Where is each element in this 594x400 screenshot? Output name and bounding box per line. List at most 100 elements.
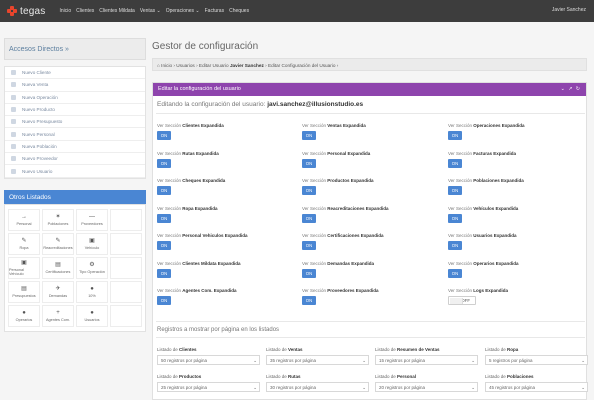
chevron-down-icon: ⌄ (581, 385, 585, 390)
section-setting: Ver Sección Clientes Expandida ON (157, 123, 297, 140)
setting-label-prefix: Ver Sección (302, 233, 328, 238)
section-toggle[interactable]: ON (448, 158, 462, 168)
section-toggle[interactable]: ON (302, 158, 316, 168)
records-setting: Listado de Productos 25 registros por pág… (157, 374, 260, 392)
sidebar-shortcut-item[interactable]: Nuevo Producto (5, 104, 145, 117)
otros-listados-item[interactable]: ● 10% (76, 280, 108, 303)
section-toggle[interactable]: ON (448, 241, 462, 250)
divider (156, 113, 585, 114)
breadcrumb-user[interactable]: Javier Sanchez (230, 63, 264, 68)
setting-label-prefix: Ver Sección (302, 288, 328, 293)
section-setting: Ver Sección Personal Expandida ON (302, 151, 442, 168)
section-toggle[interactable]: ON (302, 131, 316, 140)
otros-listados-item[interactable]: ▤ Presupuestos (8, 280, 40, 303)
listado-icon: ● (90, 285, 94, 292)
section-toggle[interactable]: ON (302, 296, 316, 305)
otros-listados-item[interactable]: ✎ Ropa (8, 232, 40, 255)
user-menu[interactable]: Javier Sanchez (552, 7, 586, 13)
section-toggle[interactable]: ON (157, 296, 171, 305)
setting-label-name: Facturas Expandida (473, 150, 517, 156)
section-toggle[interactable]: ON (448, 268, 462, 278)
section-toggle[interactable]: ON (157, 186, 171, 195)
setting-label: Ver Sección Personal Vehiculos Expandida (157, 233, 297, 238)
records-label-prefix: Listado de (485, 347, 508, 352)
divider (156, 337, 585, 338)
setting-label: Ver Sección Facturas Expandida (448, 151, 588, 156)
otros-listados-item[interactable]: — Proveedores (76, 208, 108, 231)
setting-label-prefix: Ver Sección (157, 205, 183, 211)
sidebar-shortcut-item[interactable]: Nueva Operación (5, 92, 145, 104)
section-toggle[interactable]: ON (157, 213, 171, 223)
records-per-page-select[interactable]: 50 registros por página ⌄ (157, 355, 260, 365)
otros-listados-label: Poblaciones (47, 221, 69, 226)
listado-icon: → (21, 213, 27, 220)
otros-listados-item[interactable]: ✶ Poblaciones (42, 208, 74, 231)
records-per-page-select[interactable]: 5 registros por página ⌄ (485, 355, 588, 365)
sidebar-shortcut-item[interactable]: Nuevo Personal (5, 128, 145, 141)
setting-label-name: Operaciones Expandida (473, 123, 525, 128)
otros-listados-item[interactable]: ✎ Reacreditaciones (42, 232, 74, 255)
brand[interactable]: tegas (7, 6, 45, 17)
sidebar-shortcut-item[interactable]: Nuevo Presupuesto (5, 116, 145, 129)
section-toggle[interactable]: ON (157, 131, 171, 140)
top-navbar: tegas Inicio Clientes Clientes Mildata Vent… (0, 0, 594, 22)
section-toggle[interactable]: ON (448, 213, 462, 223)
records-per-page-select[interactable]: 45 registros por página ⌄ (485, 382, 588, 392)
setting-label: Ver Sección Poblaciones Expandida (448, 178, 588, 183)
otros-listados-item[interactable]: ● Usuarios (76, 304, 108, 327)
setting-label-name: Certificaciones Expandida (327, 233, 384, 238)
otros-listados-item[interactable]: ▣ Personal Vehículo (8, 256, 40, 279)
otros-listados-item[interactable]: ✈ Demandas (42, 280, 74, 303)
otros-listados-item[interactable]: ● Operarios (8, 304, 40, 327)
section-toggle[interactable]: ON (302, 241, 316, 250)
nav-item[interactable]: Inicio (59, 8, 71, 14)
nav-item[interactable]: Clientes Mildata (99, 8, 135, 14)
chevron-down-icon: ⌄ (253, 385, 257, 390)
nav-item[interactable]: Facturas (205, 8, 224, 14)
otros-listados-item (110, 232, 142, 255)
section-toggle[interactable]: OFF (448, 296, 476, 305)
section-toggle[interactable]: ON (302, 213, 316, 223)
setting-label-prefix: Ver Sección (448, 123, 474, 128)
sidebar-shortcut-item[interactable]: Nueva Población (5, 141, 145, 154)
breadcrumb-middle[interactable]: › Usuarios › Editar Usuario (172, 63, 230, 68)
records-per-page-select[interactable]: 35 registros por página ⌄ (266, 355, 369, 365)
sidebar-shortcut-item[interactable]: Nuevo Usuario (5, 165, 145, 178)
section-toggle[interactable]: ON (448, 186, 462, 195)
sidebar-shortcut-label: Nueva Operación (22, 94, 58, 100)
section-toggle[interactable]: ON (157, 241, 171, 250)
records-per-page-select[interactable]: 15 registros por página ⌄ (375, 355, 478, 365)
nav-item[interactable]: Clientes (76, 8, 94, 14)
setting-label-prefix: Ver Sección (448, 205, 474, 211)
section-toggle[interactable]: ON (302, 268, 316, 278)
panel-tools-icons[interactable]: ⌄ ↗ ↻ (561, 86, 581, 92)
setting-label-name: Ventas Expandida (327, 123, 366, 128)
otros-listados-item[interactable]: → Personal (8, 208, 40, 231)
sidebar-shortcut-item[interactable]: Nueva Venta (5, 79, 145, 92)
otros-listados-item[interactable]: ▤ Certificaciones (42, 256, 74, 279)
section-toggle[interactable]: ON (157, 158, 171, 168)
records-label-name: Rutas (288, 374, 301, 379)
records-per-page-select[interactable]: 25 registros por página ⌄ (157, 382, 260, 392)
setting-label-name: Logs Expandida (473, 288, 509, 293)
setting-label-name: Cheques Expandida (182, 178, 226, 183)
sidebar-shortcut-item[interactable]: Nuevo Cliente (5, 67, 145, 80)
records-label-prefix: Listado de (266, 347, 289, 352)
nav-item[interactable]: Ventas ⌄ (140, 8, 161, 14)
records-label-prefix: Listado de (266, 374, 289, 379)
section-toggle[interactable]: ON (448, 131, 462, 140)
records-per-page-select[interactable]: 30 registros por página ⌄ (266, 382, 369, 392)
nav-item[interactable]: Operaciones ⌄ (166, 8, 200, 14)
otros-listados-item[interactable]: ⚙ Tipo Operación (76, 256, 108, 279)
otros-listados-item[interactable]: + Agentes Com. (42, 304, 74, 327)
otros-listados-label: Presupuestos (12, 293, 36, 298)
records-per-page-select[interactable]: 20 registros por página ⌄ (375, 382, 478, 392)
otros-listados-item[interactable]: ▣ Vehículo (76, 232, 108, 255)
accesos-directos-header[interactable]: Accesos Directos » (4, 38, 146, 60)
sidebar-shortcut-label: Nuevo Usuario (22, 168, 53, 174)
breadcrumb-home[interactable]: Inicio (161, 63, 172, 68)
section-toggle[interactable]: ON (157, 268, 171, 278)
sidebar-shortcut-item[interactable]: Nuevo Proveedor (5, 153, 145, 166)
nav-item[interactable]: Cheques (229, 8, 249, 14)
section-toggle[interactable]: ON (302, 186, 316, 195)
